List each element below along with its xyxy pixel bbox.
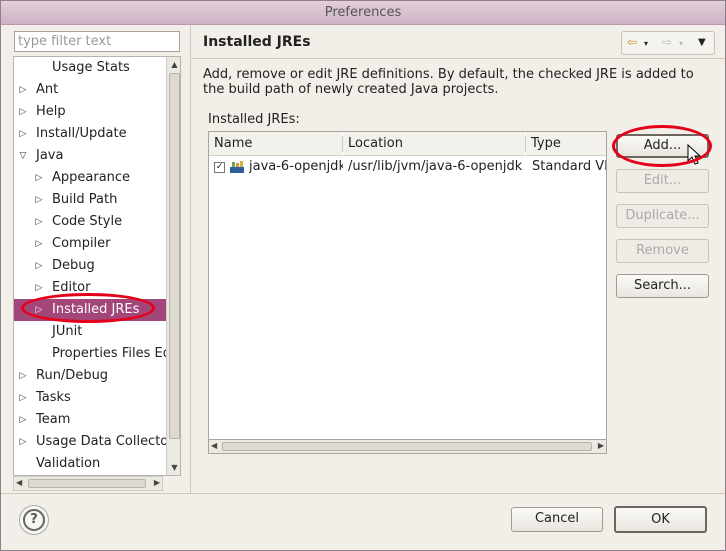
tree-item[interactable]: ▷ Build Path: [14, 189, 166, 211]
table-row[interactable]: ✓ java-6-openjdk /usr/lib/jvm/java-6-ope…: [209, 156, 606, 178]
scroll-right-icon[interactable]: ▶: [154, 478, 160, 487]
edit-button[interactable]: Edit...: [616, 169, 709, 193]
footer-separator: [1, 493, 725, 494]
tree-item[interactable]: Properties Files Ed: [14, 343, 166, 365]
jre-location: /usr/lib/jvm/java-6-openjdk: [348, 159, 523, 174]
scroll-thumb[interactable]: [169, 73, 180, 439]
tree-item[interactable]: ▽ Java: [14, 145, 166, 167]
remove-button[interactable]: Remove: [616, 239, 709, 263]
tree-item[interactable]: ▷ Compiler: [14, 233, 166, 255]
collapse-arrow-icon[interactable]: ▷: [18, 431, 28, 453]
scroll-left-icon[interactable]: ◀: [211, 441, 217, 450]
annotation-circle-add: [612, 125, 712, 167]
header-separator: [191, 58, 725, 59]
tree-item-label: Build Path: [52, 192, 118, 207]
scroll-down-icon[interactable]: ▼: [169, 462, 180, 473]
tree-item-label: Install/Update: [36, 126, 127, 141]
duplicate-button[interactable]: Duplicate...: [616, 204, 709, 228]
window-title: Preferences: [1, 1, 725, 25]
scroll-up-icon[interactable]: ▲: [169, 59, 180, 70]
tree-item-label: Validation: [36, 456, 101, 471]
collapse-arrow-icon[interactable]: ▷: [34, 189, 44, 211]
tree-item-label: Appearance: [52, 170, 131, 185]
tree-item[interactable]: Validation: [14, 453, 166, 475]
collapse-arrow-icon[interactable]: ▷: [34, 277, 44, 299]
tree-item-label: Properties Files Ed: [52, 346, 166, 361]
search-button[interactable]: Search...: [616, 274, 709, 298]
table-horizontal-scrollbar[interactable]: ◀ ▶: [208, 439, 607, 454]
page-description: Add, remove or edit JRE definitions. By …: [203, 67, 694, 97]
tree-item-label: Debug: [52, 258, 95, 273]
tree-item-label: Code Style: [52, 214, 123, 229]
back-arrow-icon[interactable]: ⇦: [627, 35, 637, 49]
panel-divider[interactable]: [190, 25, 191, 493]
tree-item-label: Usage Data Collecto: [36, 434, 166, 449]
tree-item-label: Java: [36, 148, 64, 163]
section-label: Installed JREs:: [208, 112, 300, 127]
tree-item[interactable]: Usage Stats: [14, 57, 166, 79]
collapse-arrow-icon[interactable]: ▷: [18, 387, 28, 409]
tree-item-label: Tasks: [36, 390, 71, 405]
collapse-arrow-icon[interactable]: ▷: [18, 365, 28, 387]
tree-item[interactable]: ▷ Run/Debug: [14, 365, 166, 387]
collapse-arrow-icon[interactable]: ▷: [18, 123, 28, 145]
view-menu-icon[interactable]: ▼: [698, 37, 706, 48]
preferences-window: Preferences type filter text Usage Stats…: [0, 0, 726, 551]
tree-vertical-scrollbar[interactable]: ▲ ▼: [166, 57, 180, 475]
forward-dropdown-icon[interactable]: ▾: [679, 39, 683, 48]
tree-item[interactable]: ▷ Appearance: [14, 167, 166, 189]
scroll-thumb[interactable]: [222, 442, 592, 451]
jre-type: Standard VM: [532, 159, 606, 174]
collapse-arrow-icon[interactable]: ▷: [18, 101, 28, 123]
page-title: Installed JREs: [203, 34, 311, 50]
tree-item[interactable]: ▷ Ant: [14, 79, 166, 101]
tree-horizontal-scrollbar[interactable]: ◀ ▶: [13, 476, 163, 491]
cancel-button[interactable]: Cancel: [511, 507, 603, 532]
column-header-type[interactable]: Type: [526, 132, 606, 156]
tree-item-label: Ant: [36, 82, 59, 97]
tree-item[interactable]: ▷ Team: [14, 409, 166, 431]
annotation-circle-installed-jres: [21, 293, 155, 323]
scroll-thumb[interactable]: [28, 479, 146, 488]
collapse-arrow-icon[interactable]: ▷: [34, 167, 44, 189]
collapse-arrow-icon[interactable]: ▷: [34, 255, 44, 277]
filter-input[interactable]: type filter text: [14, 31, 180, 52]
forward-arrow-icon[interactable]: ⇨: [662, 35, 672, 49]
back-dropdown-icon[interactable]: ▾: [644, 39, 648, 48]
expand-arrow-icon[interactable]: ▽: [18, 145, 28, 167]
jre-name: java-6-openjdk: [249, 159, 343, 174]
tree-item-label: Compiler: [52, 236, 111, 251]
tree-item[interactable]: JUnit: [14, 321, 166, 343]
collapse-arrow-icon[interactable]: ▷: [18, 409, 28, 431]
scroll-right-icon[interactable]: ▶: [598, 441, 604, 450]
tree-item-label: Help: [36, 104, 66, 119]
scroll-left-icon[interactable]: ◀: [16, 478, 22, 487]
tree-item-label: Run/Debug: [36, 368, 109, 383]
help-button[interactable]: ?: [19, 505, 49, 535]
column-header-location[interactable]: Location: [343, 132, 525, 156]
tree-item[interactable]: ▷ Debug: [14, 255, 166, 277]
collapse-arrow-icon[interactable]: ▷: [34, 233, 44, 255]
tree-items: Usage Stats ▷ Ant ▷ Help ▷ Install/Update ▽ Java…: [14, 57, 166, 475]
jre-table: Name Location Type ✓ java-6-openjdk /usr…: [208, 131, 607, 453]
tree-item-label: JUnit: [52, 324, 83, 339]
tree-item[interactable]: ▷ Help: [14, 101, 166, 123]
collapse-arrow-icon[interactable]: ▷: [34, 211, 44, 233]
column-header-name[interactable]: Name: [209, 132, 342, 156]
jre-checkbox[interactable]: ✓: [214, 162, 225, 173]
tree-item[interactable]: ▷ Tasks: [14, 387, 166, 409]
tree-item[interactable]: ▷ Code Style: [14, 211, 166, 233]
tree-item-label: Usage Stats: [52, 60, 130, 75]
tree-item[interactable]: ▷ Usage Data Collecto: [14, 431, 166, 453]
tree-item-label: Team: [36, 412, 71, 427]
jre-library-icon: [230, 161, 244, 173]
ok-button[interactable]: OK: [614, 506, 707, 533]
tree-item[interactable]: ▷ Install/Update: [14, 123, 166, 145]
preferences-tree: Usage Stats ▷ Ant ▷ Help ▷ Install/Update ▽ Java…: [13, 56, 181, 476]
help-icon: ?: [23, 509, 45, 531]
collapse-arrow-icon[interactable]: ▷: [18, 79, 28, 101]
page-navigation: ⇦ ▾ ⇨ ▾ ▼: [621, 31, 715, 55]
